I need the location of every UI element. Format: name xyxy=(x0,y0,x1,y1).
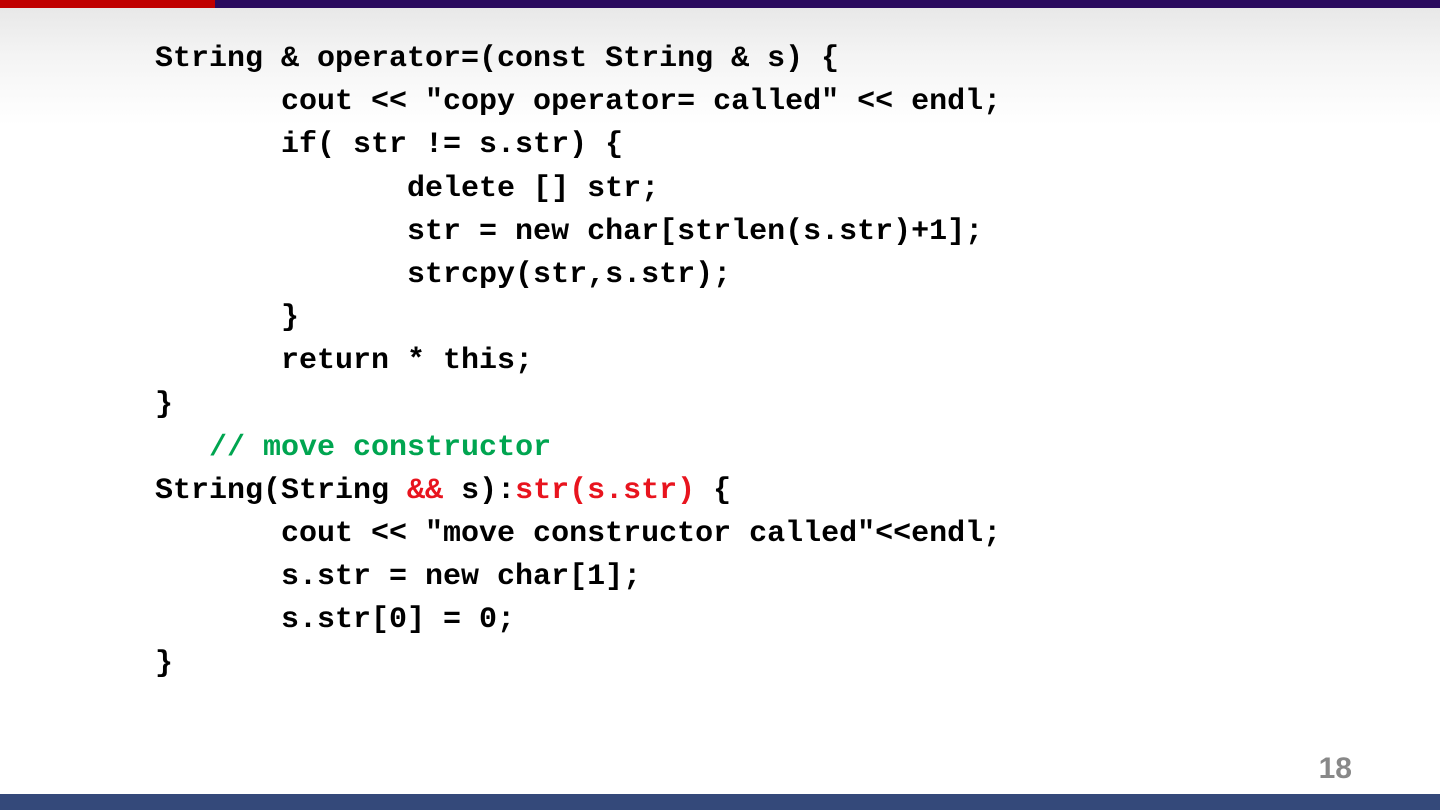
top-accent-bar-red xyxy=(0,0,215,8)
code-line: s.str[0] = 0; xyxy=(155,599,1001,642)
code-line: s.str = new char[1]; xyxy=(155,556,1001,599)
code-text: } xyxy=(155,387,174,422)
code-comment: // move constructor xyxy=(209,430,552,465)
code-block: String & operator=(const String & s) { c… xyxy=(155,38,1001,686)
code-text: cout << "move constructor called"<<endl; xyxy=(155,517,1002,552)
code-line: if( str != s.str) { xyxy=(155,124,1001,167)
code-text: delete [] str; xyxy=(155,171,660,206)
code-text: return * this; xyxy=(155,344,534,379)
code-text: { xyxy=(695,473,732,508)
slide-page-number: 18 xyxy=(1318,752,1352,785)
code-text: String(String xyxy=(155,473,408,508)
code-text: } xyxy=(155,301,300,336)
code-line: strcpy(str,s.str); xyxy=(155,254,1001,297)
code-text: s.str = new char[1]; xyxy=(155,560,642,595)
code-text: String & operator=(const String & s) { xyxy=(155,42,840,76)
code-line: str = new char[strlen(s.str)+1]; xyxy=(155,211,1001,254)
code-text: str = new char[strlen(s.str)+1]; xyxy=(155,214,984,249)
code-line: return * this; xyxy=(155,340,1001,383)
code-line: cout << "move constructor called"<<endl; xyxy=(155,513,1001,556)
code-line: cout << "copy operator= called" << endl; xyxy=(155,81,1001,124)
top-accent-bar-purple xyxy=(215,0,1440,8)
code-highlight-initializer: str(s.str) xyxy=(515,473,696,508)
code-line: } xyxy=(155,643,1001,686)
code-text: if( str != s.str) { xyxy=(155,128,624,163)
code-line: } xyxy=(155,384,1001,427)
bottom-accent-bar xyxy=(0,794,1440,810)
code-text: strcpy(str,s.str); xyxy=(155,257,732,292)
code-line: } xyxy=(155,297,1001,340)
code-text: cout << "copy operator= called" << endl; xyxy=(155,85,1002,120)
code-text: s): xyxy=(443,473,516,508)
code-line: String & operator=(const String & s) { xyxy=(155,38,1001,81)
code-text: } xyxy=(155,646,174,681)
code-highlight-rvalue-ref: && xyxy=(407,473,444,508)
code-text: s.str[0] = 0; xyxy=(155,603,516,638)
code-line: // move constructor xyxy=(155,427,1001,470)
code-line: delete [] str; xyxy=(155,168,1001,211)
code-line: String(String && s):str(s.str) { xyxy=(155,470,1001,513)
